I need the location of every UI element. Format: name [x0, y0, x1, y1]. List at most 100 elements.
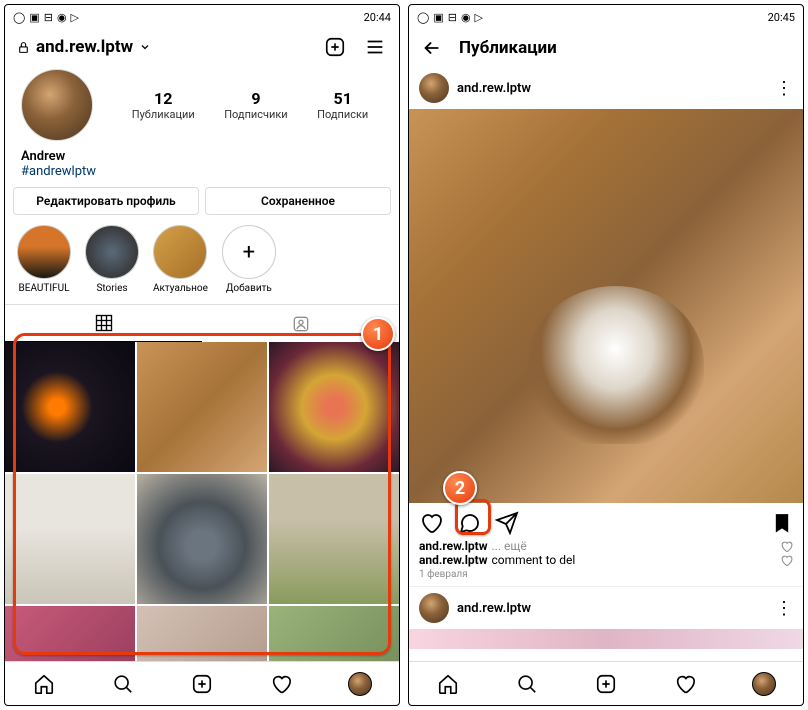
highlight-label: Stories [85, 283, 139, 294]
grid-post[interactable] [137, 474, 267, 604]
highlight-add[interactable]: + Добавить [222, 225, 276, 294]
comment-icon[interactable] [457, 511, 481, 535]
post-more-icon[interactable]: ⋮ [775, 598, 793, 619]
nav-home-icon[interactable] [30, 670, 58, 698]
bookmark-icon[interactable] [771, 512, 793, 534]
stat-following-label: Подписки [317, 108, 368, 121]
display-name: Andrew [21, 149, 383, 164]
post-avatar[interactable] [419, 73, 449, 103]
lock-icon [17, 41, 30, 54]
phone-right-publications: ◯ ▣ ⊟ ◉ ▷ 20:45 Публикации and.rew.lptw … [408, 4, 804, 706]
post-actions [409, 503, 803, 539]
camera-icon: ▣ [29, 11, 39, 24]
share-icon[interactable] [495, 511, 519, 535]
stat-posts-label: Публикации [132, 108, 195, 121]
hashtag-link[interactable]: #andrewlptw [21, 164, 383, 179]
bio: Andrew #andrewlptw [5, 149, 399, 187]
nav-profile-avatar[interactable] [750, 670, 778, 698]
clock-time: 20:45 [768, 11, 795, 24]
clock-time: 20:44 [364, 11, 391, 24]
stat-followers[interactable]: 9 Подписчики [224, 89, 287, 121]
stat-following[interactable]: 51 Подписки [317, 89, 368, 121]
edit-profile-button[interactable]: Редактировать профиль [13, 187, 199, 215]
username[interactable]: and.rew.lptw [36, 37, 133, 57]
saved-button[interactable]: Сохраненное [205, 187, 391, 215]
camera-icon: ▣ [433, 11, 443, 24]
post-username[interactable]: and.rew.lptw [457, 81, 531, 96]
post-avatar[interactable] [419, 593, 449, 623]
comment-like-icon[interactable] [780, 554, 793, 567]
play-icon: ▷ [71, 11, 79, 24]
caption-more[interactable]: ... ещё [492, 539, 527, 553]
highlight-actual[interactable]: Актуальное [153, 225, 208, 294]
menu-icon[interactable] [363, 35, 387, 59]
tab-tagged[interactable] [202, 305, 399, 342]
profile-tabs [5, 304, 399, 342]
stat-following-num: 51 [317, 89, 368, 108]
grid-post[interactable] [137, 606, 267, 661]
nav-activity-icon[interactable] [267, 670, 295, 698]
grid-post[interactable] [5, 474, 135, 604]
profile-avatar[interactable] [21, 69, 93, 141]
page-title: Публикации [459, 38, 557, 58]
stat-posts-num: 12 [132, 89, 195, 108]
phone-left-profile: ◯ ▣ ⊟ ◉ ▷ 20:44 and.rew.lptw 12 Публикац… [4, 4, 400, 706]
tab-grid[interactable] [5, 305, 202, 342]
status-icons-left: ◯ ▣ ⊟ ◉ ▷ [417, 11, 483, 24]
highlight-label: Добавить [222, 283, 276, 294]
nav-activity-icon[interactable] [671, 670, 699, 698]
comment-username[interactable]: and.rew.lptw [419, 553, 488, 567]
highlights-row: BEAUTIFUL Stories Актуальное + Добавить [5, 225, 399, 304]
stat-followers-num: 9 [224, 89, 287, 108]
new-post-icon[interactable] [323, 35, 347, 59]
highlight-cover [85, 225, 139, 279]
comment-text: comment to del [492, 553, 576, 567]
play-icon: ▷ [475, 11, 483, 24]
chevron-down-icon[interactable] [139, 41, 151, 53]
back-arrow-icon[interactable] [421, 37, 443, 59]
status-bar: ◯ ▣ ⊟ ◉ ▷ 20:44 [5, 5, 399, 29]
highlight-stories[interactable]: Stories [85, 225, 139, 294]
nav-add-icon[interactable] [188, 670, 216, 698]
bottom-nav [5, 661, 399, 705]
highlight-cover [17, 225, 71, 279]
shazam-icon: ◉ [57, 11, 67, 24]
grid-post[interactable] [269, 474, 399, 604]
like-icon[interactable] [419, 511, 443, 535]
browser-icon: ◯ [417, 11, 429, 24]
grid-post[interactable] [5, 342, 135, 472]
nav-add-icon[interactable] [592, 670, 620, 698]
highlight-cover [153, 225, 207, 279]
shazam-icon: ◉ [461, 11, 471, 24]
highlight-label: BEAUTIFUL [17, 283, 71, 294]
grid-post[interactable] [137, 342, 267, 472]
highlight-beautiful[interactable]: BEAUTIFUL [17, 225, 71, 294]
highlight-label: Актуальное [153, 283, 208, 294]
plus-icon: + [222, 225, 276, 279]
nav-profile-avatar[interactable] [346, 670, 374, 698]
grid-post[interactable] [5, 606, 135, 661]
caption-like-icon[interactable] [780, 540, 793, 553]
download-icon: ⊟ [448, 11, 457, 24]
grid-post[interactable] [269, 342, 399, 472]
next-post-image-peek[interactable] [409, 629, 803, 649]
profile-stats-row: 12 Публикации 9 Подписчики 51 Подписки [5, 65, 399, 149]
nav-search-icon[interactable] [109, 670, 137, 698]
posts-grid [5, 342, 399, 661]
grid-post[interactable] [269, 606, 399, 661]
post-header: and.rew.lptw ⋮ [409, 67, 803, 109]
post-date: 1 февраля [409, 567, 803, 586]
next-post-header: and.rew.lptw ⋮ [409, 586, 803, 629]
bottom-nav [409, 661, 803, 705]
download-icon: ⊟ [44, 11, 53, 24]
caption-username[interactable]: and.rew.lptw [419, 539, 488, 553]
stat-posts[interactable]: 12 Публикации [132, 89, 195, 121]
publications-header: Публикации [409, 29, 803, 67]
post-username[interactable]: and.rew.lptw [457, 601, 531, 616]
nav-search-icon[interactable] [513, 670, 541, 698]
nav-home-icon[interactable] [434, 670, 462, 698]
profile-header: and.rew.lptw [5, 29, 399, 65]
post-caption: and.rew.lptw ... ещё and.rew.lptw commen… [409, 539, 803, 567]
post-more-icon[interactable]: ⋮ [775, 78, 793, 99]
post-image[interactable] [409, 109, 803, 503]
